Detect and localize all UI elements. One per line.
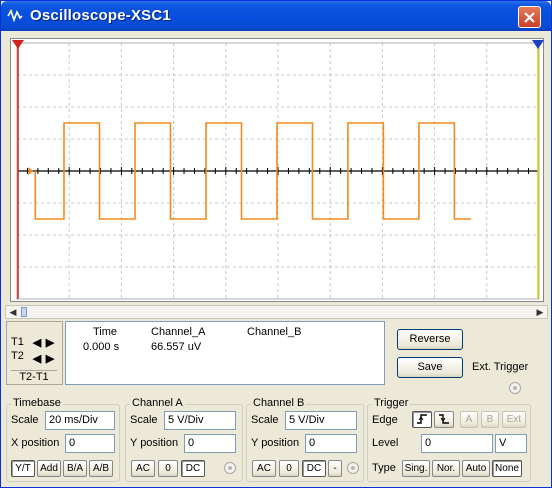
channel-b-scale-field[interactable]: 5 V/Div [285, 411, 357, 430]
channel-a-title: Channel A [130, 397, 185, 409]
window-title: Oscilloscope-XSC1 [30, 7, 171, 24]
channel-b-minus-button[interactable]: - [328, 460, 342, 477]
x-position-label: X position [11, 437, 60, 449]
timebase-group: Timebase Scale 20 ms/Div X position 0 Y/… [6, 397, 120, 482]
channel-b-y-position-field[interactable]: 0 [305, 434, 357, 453]
t1-left-arrow-icon[interactable]: ◀ [31, 337, 43, 349]
mode-ba-button[interactable]: B/A [63, 460, 87, 477]
channel-a-y-position-field[interactable]: 0 [184, 434, 236, 453]
mode-yt-button[interactable]: Y/T [11, 460, 35, 477]
channel-b-zero-button[interactable]: 0 [279, 460, 299, 477]
timebase-scale-label: Scale [11, 414, 39, 426]
channel-a-group: Channel A Scale 5 V/Div Y position 0 AC … [125, 397, 243, 482]
trigger-normal-button[interactable]: Nor. [432, 460, 460, 477]
horizontal-scrollbar[interactable]: ◀ ▶ [5, 305, 548, 319]
channel-a-ac-button[interactable]: AC [131, 460, 155, 477]
trigger-group: Trigger Edge A B Ext Level 0 V Type Sing… [367, 397, 531, 482]
scope-plot [12, 40, 544, 300]
falling-edge-button[interactable] [434, 411, 454, 428]
channel-a-scale-field[interactable]: 5 V/Div [164, 411, 236, 430]
channel-a-dc-button[interactable]: DC [181, 460, 205, 477]
trigger-source-ext-button[interactable]: Ext [502, 411, 526, 428]
t2-left-arrow-icon[interactable]: ◀ [31, 353, 43, 365]
channel-a-y-position-label: Y position [130, 437, 179, 449]
trigger-auto-button[interactable]: Auto [462, 460, 490, 477]
trigger-level-label: Level [372, 437, 399, 449]
ext-trigger-terminal[interactable] [509, 382, 521, 394]
reverse-button[interactable]: Reverse [397, 329, 463, 350]
readout-channel-a-value: 66.557 uV [151, 341, 202, 353]
cursor-t2-marker-icon [532, 40, 544, 49]
trigger-none-button[interactable]: None [492, 460, 522, 477]
title-bar[interactable]: Oscilloscope-XSC1 [1, 1, 551, 31]
save-button[interactable]: Save [397, 357, 463, 378]
trigger-single-button[interactable]: Sing. [402, 460, 430, 477]
cursor-t1-marker-icon [12, 40, 24, 49]
rising-edge-icon [417, 414, 427, 424]
channel-a-scale-label: Scale [130, 414, 158, 426]
trigger-source-b-button[interactable]: B [481, 411, 499, 428]
t2-label: T2 [11, 350, 24, 362]
mode-ab-button[interactable]: A/B [89, 460, 113, 477]
readout-header-time: Time [93, 326, 118, 338]
scroll-right-arrow-icon[interactable]: ▶ [533, 306, 547, 318]
trigger-type-label: Type [372, 462, 396, 474]
channel-b-title: Channel B [251, 397, 307, 409]
trigger-source-a-button[interactable]: A [460, 411, 478, 428]
trigger-title: Trigger [372, 397, 411, 409]
rising-edge-button[interactable] [412, 411, 432, 428]
trigger-level-unit-field[interactable]: V [495, 434, 527, 453]
trigger-marker-icon [28, 167, 34, 175]
channel-b-ac-button[interactable]: AC [252, 460, 276, 477]
ext-trigger-label: Ext. Trigger [472, 361, 529, 373]
mode-add-button[interactable]: Add [37, 460, 61, 477]
t1-right-arrow-icon[interactable]: ▶ [44, 337, 56, 349]
close-icon [524, 12, 535, 23]
timebase-scale-field[interactable]: 20 ms/Div [45, 411, 115, 430]
channel-b-y-position-label: Y position [251, 437, 300, 449]
oscilloscope-screen [10, 38, 544, 302]
channel-b-group: Channel B Scale 5 V/Div Y position 0 AC … [246, 397, 364, 482]
channel-b-scale-label: Scale [251, 414, 279, 426]
t1-label: T1 [11, 336, 24, 348]
readout-header-channel-a: Channel_A [151, 326, 206, 338]
falling-edge-icon [439, 414, 449, 424]
scroll-thumb[interactable] [21, 307, 27, 317]
channel-b-dc-button[interactable]: DC [302, 460, 326, 477]
timebase-title: Timebase [11, 397, 63, 409]
close-button[interactable] [518, 6, 541, 28]
trigger-edge-label: Edge [372, 414, 398, 426]
trigger-level-field[interactable]: 0 [421, 434, 493, 453]
oscilloscope-window: Oscilloscope-XSC1 ◀ ▶ T1 ◀ ▶ T2 ◀ ▶ T2-T… [0, 0, 552, 488]
scroll-left-arrow-icon[interactable]: ◀ [6, 306, 20, 318]
cursor-panel: T1 ◀ ▶ T2 ◀ ▶ T2-T1 [6, 321, 63, 385]
readout-header-channel-b: Channel_B [247, 326, 302, 338]
readout-time-value: 0.000 s [83, 341, 120, 353]
cursor-readout: Time Channel_A Channel_B 0.000 s 66.557 … [65, 321, 385, 385]
channel-b-terminal[interactable] [347, 462, 359, 474]
t2-t1-label: T2-T1 [11, 370, 57, 383]
t2-right-arrow-icon[interactable]: ▶ [44, 353, 56, 365]
channel-a-terminal[interactable] [224, 462, 236, 474]
channel-a-zero-button[interactable]: 0 [158, 460, 178, 477]
x-position-field[interactable]: 0 [65, 434, 115, 453]
oscilloscope-app-icon [7, 9, 23, 23]
